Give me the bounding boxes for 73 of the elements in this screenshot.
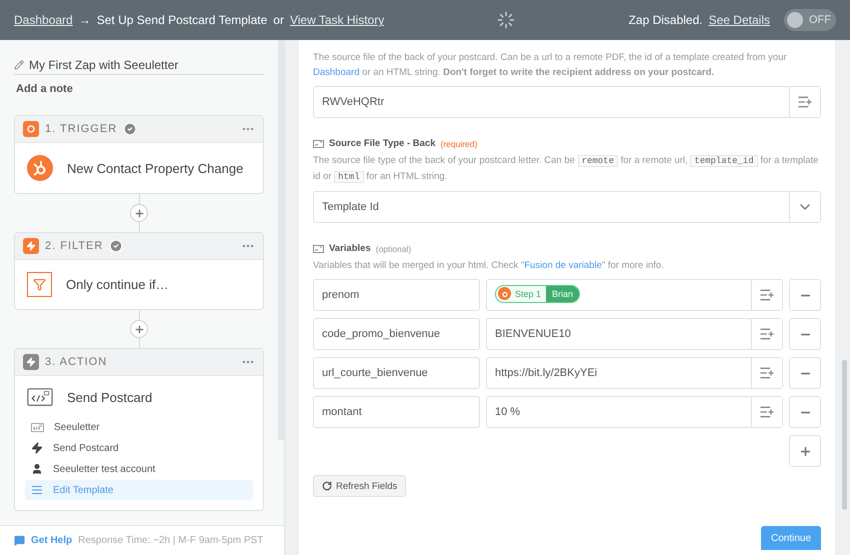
- insert-data-button[interactable]: [751, 319, 782, 349]
- code-snippet: remote: [578, 155, 618, 167]
- hub-logo-icon: [27, 155, 53, 181]
- code-snippet: template_id: [690, 155, 758, 167]
- user-icon: [31, 463, 43, 476]
- refresh-fields-button[interactable]: Refresh Fields: [313, 475, 406, 497]
- code-snippet: html: [334, 171, 364, 183]
- add-row-button[interactable]: [789, 435, 821, 467]
- dashboard-link[interactable]: Dashboard: [14, 13, 73, 27]
- variable-value-field[interactable]: 10 %: [486, 396, 783, 428]
- refresh-icon: [322, 481, 332, 491]
- filter-icon: [27, 272, 52, 297]
- insert-field-icon: [759, 326, 775, 342]
- chat-icon: [14, 535, 25, 546]
- insert-data-button[interactable]: [751, 397, 782, 427]
- add-step-button[interactable]: [130, 204, 148, 222]
- optional-tag: (optional): [376, 244, 412, 254]
- step-label: 2. FILTER: [45, 240, 104, 252]
- step-label: 1. TRIGGER: [45, 123, 118, 135]
- source-type-select[interactable]: Template Id: [313, 191, 821, 223]
- step-label: 3. ACTION: [45, 356, 108, 368]
- postcard-icon: [31, 423, 44, 432]
- separator-text: or: [273, 13, 284, 27]
- variable-value-field[interactable]: https://bit.ly/2BKyYEi: [486, 357, 783, 389]
- dropdown-button[interactable]: [789, 192, 820, 222]
- field-label: Source File Type - Back: [329, 138, 436, 149]
- insert-field-icon: [797, 94, 813, 110]
- breadcrumb-arrow: →: [78, 13, 91, 27]
- task-history-link[interactable]: View Task History: [290, 13, 384, 27]
- variable-value-field[interactable]: BIENVENUE10: [486, 318, 783, 350]
- variable-name-field[interactable]: montant: [313, 396, 480, 428]
- field-label: Variables: [329, 243, 371, 254]
- plus-icon: [134, 208, 144, 218]
- required-tag: (required): [440, 138, 478, 148]
- insert-data-button[interactable]: [751, 358, 782, 388]
- pencil-icon: [14, 60, 24, 70]
- variable-name-field[interactable]: prenom: [313, 279, 480, 311]
- response-time-text: Response Time: ~2h | M-F 9am-5pm PST: [78, 535, 264, 546]
- add-note-link[interactable]: Add a note: [16, 83, 264, 95]
- plus-icon: [134, 324, 144, 334]
- bolt-icon: [23, 354, 39, 370]
- zap-name-field[interactable]: My First Zap with Seeuletter: [14, 58, 264, 75]
- step-title: Only continue if…: [66, 277, 169, 292]
- app-logo-icon: [498, 287, 511, 300]
- status-text: Zap Disabled.: [628, 13, 703, 27]
- insert-field-icon: [759, 365, 775, 381]
- plus-icon: [798, 444, 812, 458]
- step-menu-item[interactable]: Send Postcard: [25, 438, 253, 458]
- field-description: The source file of the back of your postcard. Can be a url to a remote PDF, the id of a template created from your Dashboard or an HTML string. Don't forget to write the recipient address on your postcard.: [313, 51, 788, 80]
- app-icon: [23, 121, 39, 137]
- field-type-icon: [313, 140, 324, 148]
- field-type-icon: [313, 244, 324, 252]
- insert-field-icon: [759, 404, 775, 420]
- variable-name-field[interactable]: code_promo_bienvenue: [313, 318, 480, 350]
- source-file-field[interactable]: RWVeHQRtr: [313, 86, 821, 118]
- insert-data-button[interactable]: [789, 87, 820, 117]
- insert-field-icon: [759, 287, 775, 303]
- spinner-icon: [497, 11, 516, 29]
- step-menu-item[interactable]: Seeuletter test account: [25, 459, 253, 480]
- lines-icon: [31, 484, 43, 496]
- field-description: The source file type of the back of your postcard letter. Can be remote for a remote url, template_id for a template id or html for an HTML string.: [313, 154, 820, 185]
- step-menu-item[interactable]: Seeuletter: [25, 418, 253, 438]
- step-title: Send Postcard: [67, 390, 152, 405]
- bolt-icon: [23, 238, 39, 254]
- see-details-link[interactable]: See Details: [708, 13, 770, 27]
- insert-data-button[interactable]: [751, 280, 782, 310]
- postcard-icon: [27, 388, 53, 406]
- add-step-button[interactable]: [130, 320, 148, 338]
- page-title: Set Up Send Postcard Template: [96, 13, 268, 27]
- bolt-icon: [31, 442, 43, 454]
- variable-name-field[interactable]: url_courte_bienvenue: [313, 357, 480, 389]
- step-title: New Contact Property Change: [67, 160, 244, 176]
- field-description: Variables that will be merged in your html. Check "Fusion de variable" for more info.: [313, 259, 665, 273]
